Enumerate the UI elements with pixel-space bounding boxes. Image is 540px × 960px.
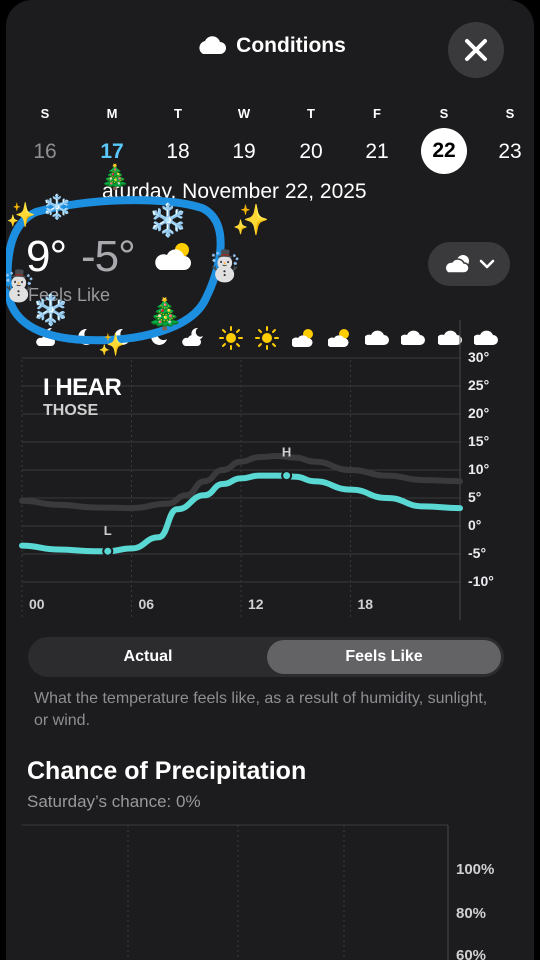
partly-cloudy-icon <box>444 255 470 274</box>
feels-like-tab[interactable]: Feels Like <box>267 640 501 674</box>
overlay-text-line1: I HEAR <box>43 374 122 401</box>
temp-tick-label: -5° <box>468 545 487 561</box>
low-point-label: L <box>104 523 112 538</box>
feels-like-explanation: What the temperature feels like, as a re… <box>34 690 488 729</box>
date-16-button[interactable]: 16 <box>22 140 68 164</box>
hour-tick-label: 18 <box>357 596 374 612</box>
day-of-week-label: S <box>40 106 50 121</box>
close-button[interactable] <box>448 22 504 78</box>
temperature-chart[interactable]: LH <box>6 320 534 620</box>
christmas-tree-sticker: 🎄 <box>146 298 184 331</box>
sparkles-sticker: ✨ <box>98 332 126 357</box>
sparkles-sticker: ✨ <box>6 202 36 229</box>
day-of-week-label: F <box>373 106 381 121</box>
hour-tick-label: 00 <box>29 596 45 612</box>
date-21-button[interactable]: 21 <box>354 140 400 164</box>
temp-tick-label: 20° <box>468 405 490 421</box>
temp-tick-label: -10° <box>468 573 494 589</box>
christmas-tree-sticker: 🎄 <box>100 164 130 191</box>
date-23-button[interactable]: 23 <box>487 140 533 164</box>
day-of-week-label: T <box>307 106 315 121</box>
cloud-icon <box>194 34 228 62</box>
precipitation-chart[interactable] <box>6 820 534 960</box>
precip-tick-label: 80% <box>456 905 487 922</box>
hour-tick-label: 06 <box>138 596 155 612</box>
temp-tick-label: 5° <box>468 489 482 505</box>
snowman-sticker: ☃️ <box>206 250 244 283</box>
day-of-week-label: S <box>439 106 449 121</box>
day-of-week-label: M <box>106 106 118 121</box>
conditions-sheet: Conditions S 16 M 17 T 18 W 19 T 20 F 21 S 22 S 23 atur… <box>6 0 534 960</box>
high-point-marker <box>281 470 293 482</box>
high-point-label: H <box>282 445 291 460</box>
date-22-button[interactable]: 22 <box>421 128 467 174</box>
temp-tick-label: 30° <box>468 349 490 365</box>
temp-tick-label: 10° <box>468 461 490 477</box>
temp-tick-label: 25° <box>468 377 490 393</box>
temp-tick-label: 15° <box>468 433 490 449</box>
date-18-button[interactable]: 18 <box>155 140 201 164</box>
precip-tick-label: 100% <box>456 861 495 878</box>
low-point-marker <box>102 545 114 557</box>
day-of-week-label: S <box>505 106 515 121</box>
precip-tick-label: 60% <box>456 947 487 960</box>
day-of-week-label: T <box>174 106 182 121</box>
condition-selector[interactable] <box>428 242 510 286</box>
precipitation-subtitle: Saturday’s chance: 0% <box>27 792 201 811</box>
overlay-text-line2: THOSE <box>43 402 99 419</box>
sheet-title-text: Conditions <box>236 34 346 57</box>
snowflake-sticker: ❄️ <box>32 294 70 327</box>
temp-tick-label: 0° <box>468 517 482 533</box>
chevron-down-icon <box>479 259 495 269</box>
hour-tick-label: 12 <box>248 596 264 612</box>
precipitation-title: Chance of Precipitation <box>27 757 307 785</box>
snowflake-sticker: ❄️ <box>148 202 188 238</box>
day-of-week-label: W <box>237 106 251 121</box>
close-icon <box>465 39 487 61</box>
actual-tab[interactable]: Actual <box>31 640 265 674</box>
snowflake-sticker: ❄️ <box>42 194 72 221</box>
date-19-button[interactable]: 19 <box>221 140 267 164</box>
temperature-mode-toggle: Actual Feels Like <box>28 637 504 677</box>
sparkles-sticker: ✨ <box>232 204 270 237</box>
date-20-button[interactable]: 20 <box>288 140 334 164</box>
date-17-button[interactable]: 17 <box>89 140 135 164</box>
